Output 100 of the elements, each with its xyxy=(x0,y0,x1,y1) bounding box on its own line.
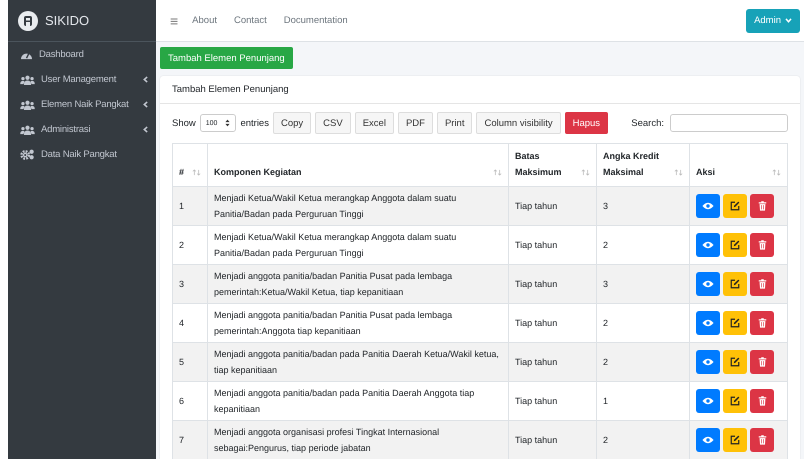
table-cell: 2 xyxy=(179,240,184,250)
sidebar-label: Dashboard xyxy=(39,49,84,60)
caret-icon xyxy=(785,18,792,23)
search-field[interactable] xyxy=(670,114,788,132)
column-header[interactable]: # xyxy=(179,164,184,180)
sidebar-item[interactable]: Administrasi xyxy=(8,117,156,142)
table-cell: 1 xyxy=(603,396,608,406)
table-cell: 5 xyxy=(179,357,184,367)
view-button[interactable] xyxy=(696,311,720,335)
edit-button[interactable] xyxy=(723,194,747,218)
sort-icon xyxy=(192,169,201,176)
edit-icon xyxy=(730,435,740,445)
table-cell: Tiap tahun xyxy=(515,396,558,406)
delete-button[interactable] xyxy=(750,272,774,296)
sidebar-label: User Management xyxy=(41,74,116,85)
entries-label: entries xyxy=(240,118,269,128)
table-cell: Menjadi anggota organisasi profesi Tingkat Internasional sebagai:Pengurus, tiap periode jabatan xyxy=(214,427,440,453)
table-cell: Menjadi anggota panitia/badan Panitia Pusat pada lembaga pemerintah:Ketua/Wakil Ketua, tiap kepanitiaan xyxy=(214,271,452,297)
table-cell: 1 xyxy=(179,201,184,211)
delete-button[interactable] xyxy=(750,389,774,413)
view-button[interactable] xyxy=(696,272,720,296)
sidebar-item[interactable]: User Management xyxy=(8,67,156,92)
users-icon xyxy=(20,124,35,134)
nav-link[interactable]: Contact xyxy=(234,15,267,26)
edit-icon xyxy=(730,318,740,328)
edit-button[interactable] xyxy=(723,311,747,335)
delete-button[interactable] xyxy=(750,311,774,335)
export-button[interactable]: CSV xyxy=(315,112,351,134)
view-button[interactable] xyxy=(696,350,720,374)
export-button[interactable]: PDF xyxy=(398,112,433,134)
table-cell: Menjadi Ketua/Wakil Ketua merangkap Anggota dalam suatu Panitia/Badan pada Perguruan Tinggi xyxy=(214,193,456,219)
view-button[interactable] xyxy=(696,428,720,452)
view-button[interactable] xyxy=(696,233,720,257)
table-cell: Menjadi anggota panitia/badan Panitia Pusat pada lembaga pemerintah:Anggota tiap kepanitiaan xyxy=(214,310,452,336)
table-cell: 4 xyxy=(179,318,184,328)
table-cell: 3 xyxy=(603,279,608,289)
brand-name: SIKIDO xyxy=(45,13,90,28)
chevron-left-icon xyxy=(143,101,148,108)
view-button[interactable] xyxy=(696,194,720,218)
logo-icon xyxy=(18,10,38,30)
sidebar-item[interactable]: Elemen Naik Pangkat xyxy=(8,92,156,117)
eye-icon xyxy=(702,202,714,210)
table-cell: Menjadi Ketua/Wakil Ketua merangkap Anggota dalam suatu Panitia/Badan pada Perguruan Tinggi xyxy=(214,232,456,258)
column-header[interactable]: Komponen Kegiatan xyxy=(214,164,302,180)
sidebar-item[interactable]: Data Naik Pangkat xyxy=(8,142,156,167)
eye-icon xyxy=(702,319,714,327)
table-cell: 2 xyxy=(603,357,608,367)
trash-icon xyxy=(758,201,766,211)
sort-icon xyxy=(674,169,683,176)
edit-icon xyxy=(730,240,740,250)
delete-button[interactable] xyxy=(750,233,774,257)
eye-icon xyxy=(702,436,714,444)
sidebar-label: Data Naik Pangkat xyxy=(41,149,117,160)
table-cell: 3 xyxy=(603,201,608,211)
nav-link[interactable]: About xyxy=(192,15,217,26)
trash-icon xyxy=(758,279,766,289)
export-button[interactable]: Excel xyxy=(354,112,394,134)
delete-button[interactable] xyxy=(750,350,774,374)
table-cell: Tiap tahun xyxy=(515,357,558,367)
menu-icon[interactable]: ≡ xyxy=(170,12,178,28)
delete-button[interactable] xyxy=(750,194,774,218)
export-button[interactable]: Column visibility xyxy=(476,112,561,134)
view-button[interactable] xyxy=(696,389,720,413)
edit-button[interactable] xyxy=(723,272,747,296)
table-cell: 7 xyxy=(179,435,184,445)
users-icon xyxy=(20,74,35,84)
column-header[interactable]: Aksi xyxy=(696,164,716,180)
edit-button[interactable] xyxy=(723,350,747,374)
nav-link[interactable]: Documentation xyxy=(284,15,348,26)
edit-button[interactable] xyxy=(723,428,747,452)
delete-button[interactable]: Hapus xyxy=(564,112,608,134)
sidebar-item[interactable]: Dashboard xyxy=(8,42,156,67)
chevron-left-icon xyxy=(143,76,148,83)
trash-icon xyxy=(758,240,766,250)
show-label: Show xyxy=(172,118,196,128)
eye-icon xyxy=(702,241,714,249)
edit-icon xyxy=(730,357,740,367)
export-button[interactable]: Print xyxy=(436,112,472,134)
eye-icon xyxy=(702,397,714,405)
eye-icon xyxy=(702,358,714,366)
search-label: Search: xyxy=(631,118,664,128)
delete-button[interactable] xyxy=(750,428,774,452)
users-icon xyxy=(20,100,35,110)
table-cell: Tiap tahun xyxy=(515,435,558,445)
table-cell: 2 xyxy=(603,318,608,328)
sort-icon xyxy=(493,169,502,176)
table-cell: 2 xyxy=(603,435,608,445)
card-title: Tambah Elemen Penunjang xyxy=(172,84,289,95)
chevron-left-icon xyxy=(143,126,148,133)
trash-icon xyxy=(758,357,766,367)
edit-icon xyxy=(730,201,740,211)
sidebar-label: Elemen Naik Pangkat xyxy=(41,99,129,110)
eye-icon xyxy=(702,280,714,288)
table-cell: Tiap tahun xyxy=(515,279,558,289)
edit-button[interactable] xyxy=(723,233,747,257)
table-cell: Tiap tahun xyxy=(515,201,558,211)
edit-button[interactable] xyxy=(723,389,747,413)
table-cell: Menjadi anggota panitia/badan pada Panitia Daerah Ketua/Wakil ketua, tiap kepanitiaan xyxy=(214,349,499,375)
table-cell: 3 xyxy=(179,279,184,289)
export-button[interactable]: Copy xyxy=(272,112,312,134)
